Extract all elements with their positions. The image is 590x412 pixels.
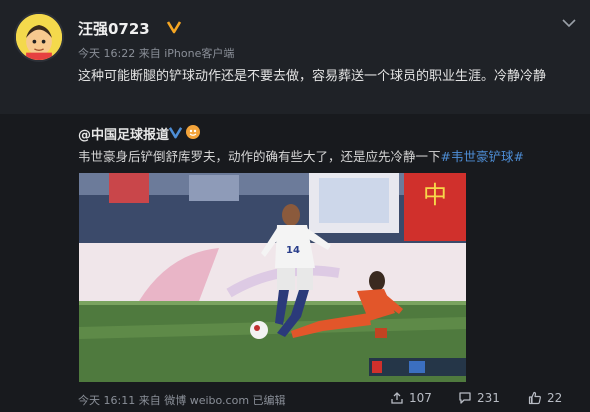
repost-username[interactable]: @中国足球报道 xyxy=(78,124,169,143)
repost-text: 韦世豪身后铲倒舒库罗夫，动作的确有些大了，还是应先冷静一下#韦世豪铲球# xyxy=(78,148,583,166)
video-frame: 中 14 xyxy=(79,173,466,382)
post-time[interactable]: 今天 16:22 xyxy=(78,47,135,60)
post-source[interactable]: iPhone客户端 xyxy=(164,47,234,60)
jersey-number: 14 xyxy=(286,245,300,256)
chevron-down-icon[interactable] xyxy=(561,16,577,30)
comment-button[interactable]: 231 xyxy=(458,391,500,405)
share-count: 107 xyxy=(409,391,432,405)
repost-time[interactable]: 今天 16:11 xyxy=(78,394,135,407)
repost-actions: 107 231 22 xyxy=(376,391,576,407)
like-icon xyxy=(528,391,541,405)
banner-text: 中 xyxy=(423,181,447,209)
share-icon xyxy=(391,392,403,404)
share-button[interactable]: 107 xyxy=(390,391,432,405)
reposted-content: @中国足球报道 韦世豪身后铲倒舒库罗夫，动作的确有些大了，还是应先冷静一下#韦世… xyxy=(0,114,590,412)
repost-edited[interactable]: 已编辑 xyxy=(253,394,286,407)
post-meta: 今天 16:22 来自 iPhone客户端 xyxy=(78,45,234,61)
username[interactable]: 汪强0723 xyxy=(78,18,150,39)
like-button[interactable]: 22 xyxy=(528,391,562,405)
repost-source[interactable]: 微博 weibo.com xyxy=(164,394,249,407)
hashtag-link[interactable]: #韦世豪铲球# xyxy=(441,149,524,164)
like-count: 22 xyxy=(547,391,563,405)
repost-from-label: 来自 xyxy=(138,394,161,407)
from-label: 来自 xyxy=(138,47,161,60)
avatar[interactable] xyxy=(14,12,64,62)
video-player[interactable]: 中 14 xyxy=(79,173,466,382)
main-post: 汪强0723 今天 16:22 来自 iPhone客户端 这种可能断腿的铲球动作… xyxy=(0,0,590,114)
post-text: 这种可能断腿的铲球动作还是不要去做，容易葬送一个球员的职业生涯。冷静冷静 xyxy=(78,69,547,84)
repost-text-main: 韦世豪身后铲倒舒库罗夫，动作的确有些大了，还是应先冷静一下 xyxy=(78,149,441,164)
comment-icon xyxy=(459,392,471,404)
verified-icon xyxy=(168,127,183,139)
verified-icon xyxy=(166,21,182,34)
member-badge-icon xyxy=(186,125,200,139)
comment-count: 231 xyxy=(477,391,500,405)
repost-meta: 今天 16:11 来自 微博 weibo.com 已编辑 xyxy=(78,392,286,408)
